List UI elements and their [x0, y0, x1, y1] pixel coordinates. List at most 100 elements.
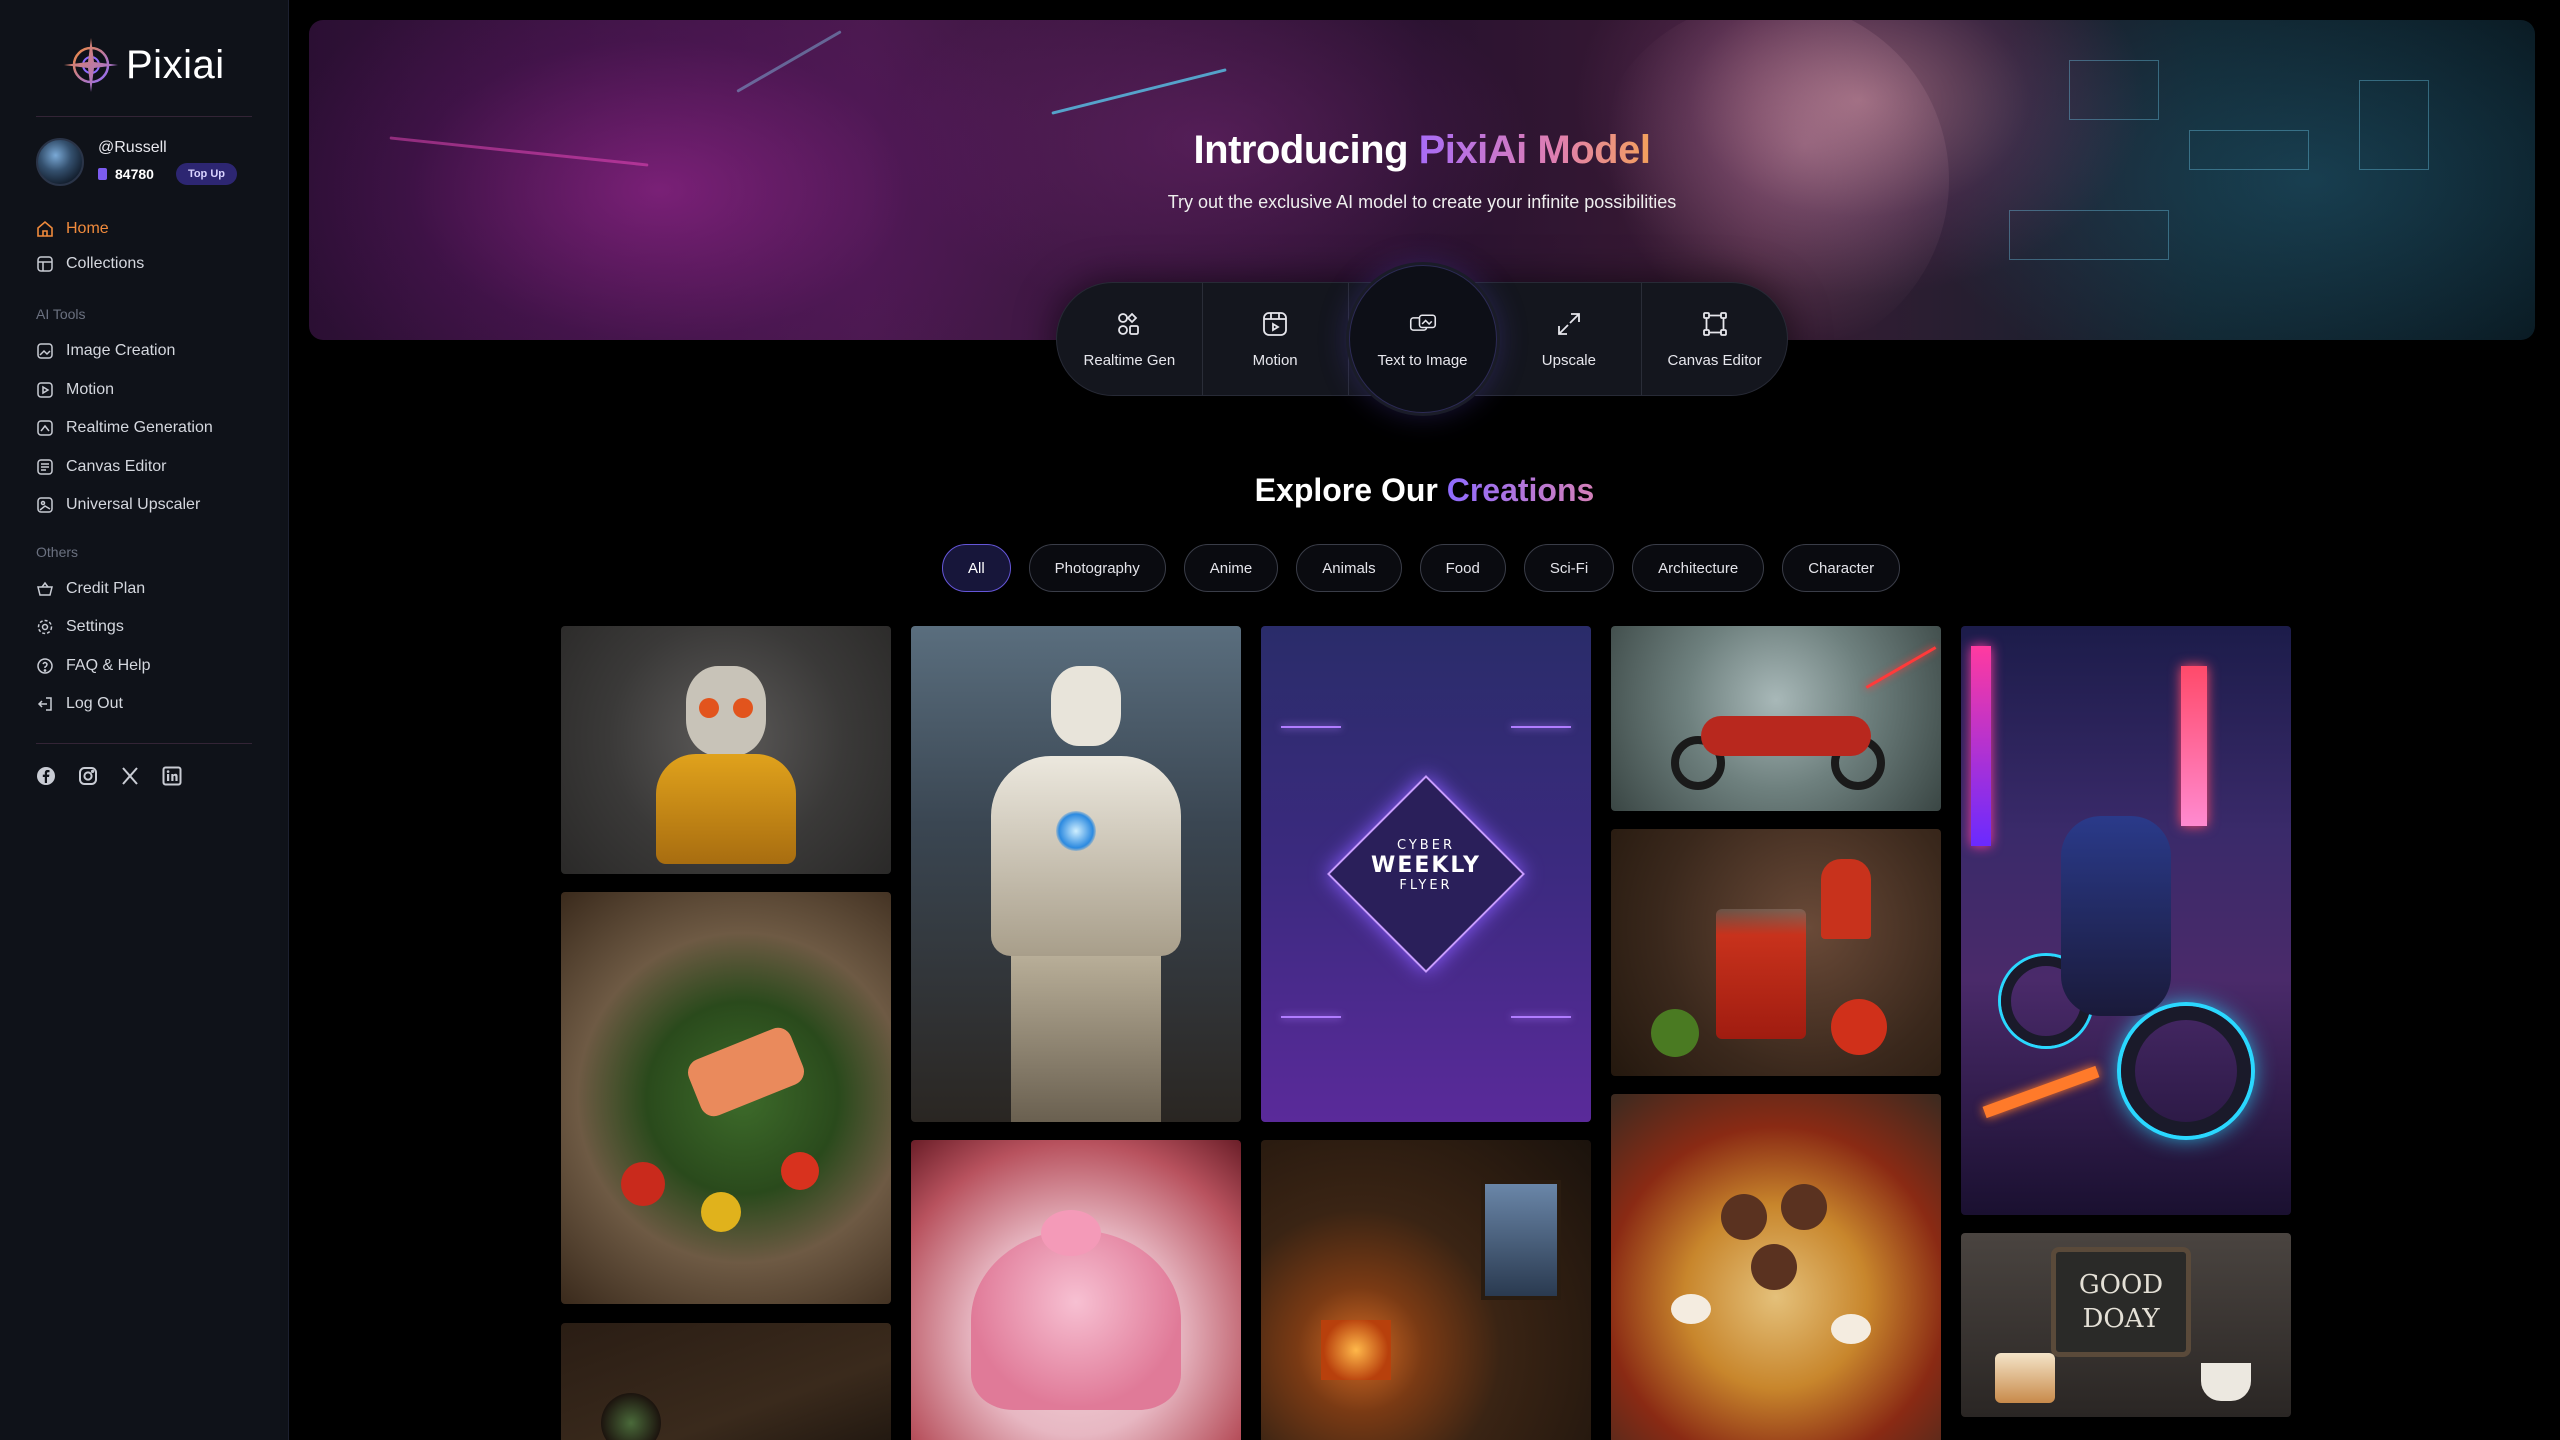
gallery-image-white-mech[interactable] — [911, 626, 1241, 1122]
filter-photography[interactable]: Photography — [1028, 544, 1166, 592]
chalkboard-line-2: DOAY — [2082, 1304, 2160, 1334]
nav-item-collections[interactable]: Collections — [36, 255, 144, 273]
robot-head-shape — [686, 666, 766, 756]
nav-item-home[interactable]: Home — [36, 220, 109, 238]
robot-eye-shape — [699, 698, 719, 718]
user-profile[interactable]: @Russell 84780 Top Up — [36, 138, 237, 186]
gallery-image-robot-figure[interactable] — [561, 626, 891, 874]
gallery-image-neon-biker[interactable] — [1961, 626, 2291, 1215]
avatar[interactable] — [36, 138, 84, 186]
filter-food[interactable]: Food — [1419, 544, 1506, 592]
circuit-line — [1281, 1016, 1341, 1018]
nav-item-log-out[interactable]: Log Out — [36, 695, 123, 713]
light-saber-shape — [1865, 646, 1937, 689]
gallery-image-spaghetti-pizza[interactable] — [1611, 1094, 1941, 1440]
cake-shape — [971, 1230, 1181, 1410]
coffee-cup-shape — [2201, 1363, 2251, 1401]
wheel-shape — [2121, 1006, 2251, 1136]
banner-light-streak — [736, 30, 842, 93]
gallery-image-salmon-salad[interactable] — [561, 892, 891, 1304]
tool-label: Upscale — [1541, 351, 1596, 369]
tool-canvas-editor[interactable]: Canvas Editor — [1642, 283, 1787, 395]
help-icon — [37, 658, 53, 674]
explore-title-highlight: Creations — [1446, 472, 1595, 508]
filter-animals[interactable]: Animals — [1296, 544, 1402, 592]
gallery-image-herbs[interactable] — [561, 1323, 891, 1440]
gallery-image-motorcycle-rider[interactable] — [1611, 626, 1941, 811]
rider-shape — [2061, 816, 2171, 1016]
neon-sign-shape — [2181, 666, 2207, 826]
tomato-shape — [781, 1152, 819, 1190]
gallery-image-cyber-flyer[interactable]: CYBER WEEKLY FLYER — [1261, 626, 1591, 1122]
social-links — [36, 766, 182, 786]
filter-all[interactable]: All — [942, 544, 1011, 592]
tomato-shape — [701, 1192, 741, 1232]
flyer-line-2: WEEKLY — [1371, 853, 1481, 878]
facebook-icon[interactable] — [36, 766, 56, 786]
basket-icon — [37, 581, 53, 596]
hero-title-highlight: PixiAi Model — [1418, 128, 1651, 172]
circuit-line — [1511, 1016, 1571, 1018]
tool-switcher: Realtime Gen Motion Text to Image Upscal… — [1056, 265, 1788, 413]
nav-item-settings[interactable]: Settings — [36, 618, 124, 636]
tool-motion[interactable]: Motion — [1203, 283, 1349, 395]
herb-shape — [601, 1393, 661, 1440]
motion-icon — [1263, 311, 1288, 336]
robot-eye-shape — [733, 698, 753, 718]
nav-label: Home — [66, 220, 109, 237]
mozzarella-shape — [1831, 1314, 1871, 1344]
hero-title: Introducing PixiAi Model — [309, 128, 2535, 173]
filter-sci-fi[interactable]: Sci-Fi — [1523, 544, 1615, 592]
gallery-image-cozy-room[interactable] — [1261, 1140, 1591, 1440]
gallery-image-tomato-juice[interactable] — [1611, 829, 1941, 1076]
tool-upscale[interactable]: Upscale — [1497, 283, 1643, 395]
pixiai-logo-icon — [64, 38, 118, 92]
filter-character[interactable]: Character — [1782, 544, 1901, 592]
filter-anime[interactable]: Anime — [1183, 544, 1279, 592]
nav-item-image-creation[interactable]: Image Creation — [36, 342, 175, 360]
nav-item-motion[interactable]: Motion — [36, 381, 114, 399]
canvas-editor-icon — [1702, 311, 1727, 336]
explore-title-plain: Explore Our — [1254, 472, 1447, 508]
salmon-shape — [683, 1023, 809, 1121]
nav-item-realtime-generation[interactable]: Realtime Generation — [36, 419, 213, 437]
gallery-image-heart-cake[interactable] — [911, 1140, 1241, 1440]
realtime-gen-icon — [1118, 312, 1140, 335]
divider — [36, 743, 252, 744]
bike-body-shape — [1701, 716, 1871, 756]
mech-torso-shape — [991, 756, 1181, 956]
nav-item-credit-plan[interactable]: Credit Plan — [36, 580, 145, 598]
sidebar: Pixiai @Russell 84780 Top Up Home Collec… — [0, 0, 289, 1440]
linkedin-icon[interactable] — [162, 766, 182, 786]
chalkboard-line-1: GOOD — [2078, 1270, 2164, 1300]
nav-label: Realtime Generation — [66, 419, 213, 436]
gear-icon — [37, 619, 53, 635]
window-shape — [1481, 1180, 1561, 1300]
circuit-line — [1281, 726, 1341, 728]
nav-label: Image Creation — [66, 342, 176, 359]
mech-legs-shape — [1011, 956, 1161, 1122]
top-up-button[interactable]: Top Up — [175, 163, 237, 185]
light-trail-shape — [1982, 1065, 2100, 1119]
nav-item-faq-help[interactable]: FAQ & Help — [36, 657, 150, 675]
instagram-icon[interactable] — [78, 766, 98, 786]
tool-text-to-image[interactable]: Text to Image — [1348, 265, 1497, 413]
realtime-icon — [37, 420, 53, 436]
fireplace-shape — [1321, 1320, 1391, 1380]
nav-label: Credit Plan — [66, 580, 146, 597]
meatball-shape — [1781, 1184, 1827, 1230]
flyer-line-1: CYBER — [1397, 838, 1455, 853]
logo[interactable]: Pixiai — [62, 36, 225, 94]
banner-hud-graphic — [2009, 210, 2169, 260]
filter-architecture[interactable]: Architecture — [1632, 544, 1765, 592]
tool-realtime-gen[interactable]: Realtime Gen — [1057, 283, 1203, 395]
tomato-shape — [621, 1162, 665, 1206]
username: @Russell — [98, 139, 167, 156]
nav-label: Motion — [66, 381, 115, 398]
gallery-image-good-day-sign[interactable]: GOOD DOAY — [1961, 1233, 2291, 1417]
nav-label: Settings — [66, 618, 124, 635]
x-icon[interactable] — [120, 766, 140, 786]
home-icon — [37, 220, 53, 237]
meatball-shape — [1721, 1194, 1767, 1240]
text-to-image-icon — [1409, 313, 1436, 331]
